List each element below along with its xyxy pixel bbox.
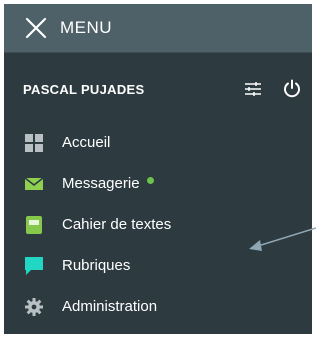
annotation-arrow bbox=[249, 227, 316, 251]
